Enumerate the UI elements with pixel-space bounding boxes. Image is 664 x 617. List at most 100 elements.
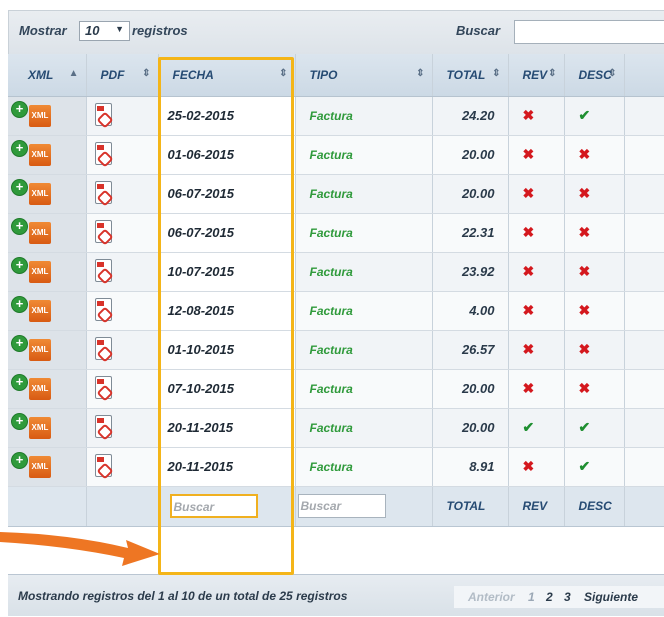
chevron-down-icon: ▼ — [115, 24, 124, 34]
sort-asc-icon: ▲ — [68, 68, 79, 79]
pdf-file-icon[interactable] — [94, 102, 112, 126]
cell-pdf — [86, 213, 159, 253]
plus-circle-icon[interactable]: + — [12, 140, 27, 156]
cell-xml: + XML — [8, 408, 87, 448]
records-per-page-value: 10 — [85, 23, 100, 38]
cross-icon: ✖ — [522, 380, 535, 396]
sort-icon: ⇕ — [548, 68, 557, 79]
cell-desc: ✖ — [564, 330, 625, 370]
search-input[interactable] — [514, 20, 664, 44]
cell-tipo: Factura — [295, 213, 433, 253]
column-header-desc[interactable]: DESC ⇕ — [564, 54, 625, 97]
pdf-file-icon[interactable] — [94, 453, 112, 477]
xml-file-icon[interactable]: XML — [29, 182, 51, 205]
cross-icon: ✖ — [578, 341, 591, 357]
cell-fecha: 20-11-2015 — [158, 408, 296, 448]
pdf-file-icon[interactable] — [94, 141, 112, 165]
check-icon: ✔ — [578, 107, 591, 123]
xml-file-icon[interactable]: XML — [29, 260, 51, 283]
pagination-page-3[interactable]: 3 — [564, 590, 571, 604]
pagination-page-1[interactable]: 1 — [528, 590, 535, 604]
table-header-row: XML ▲ PDF ⇕ FECHA ⇕ TIPO ⇕ TOTAL ⇕ REV ⇕ DESC ⇕ — [8, 54, 664, 97]
pdf-file-icon[interactable] — [94, 258, 112, 282]
footer-label-total: TOTAL — [432, 486, 509, 527]
pagination-page-2[interactable]: 2 — [546, 590, 553, 604]
pagination-previous[interactable]: Anterior — [468, 590, 515, 604]
table-body: + XML 25-02-2015 Factura 24.20 ✖ ✔ + XML 01-06-20… — [8, 96, 664, 487]
cell-desc: ✖ — [564, 291, 625, 331]
footer-label-desc: DESC — [564, 486, 625, 527]
plus-circle-icon[interactable]: + — [12, 452, 27, 468]
plus-circle-icon[interactable]: + — [12, 296, 27, 312]
cross-icon: ✖ — [522, 302, 535, 318]
cell-desc: ✖ — [564, 135, 625, 175]
xml-file-icon[interactable]: XML — [29, 416, 51, 439]
cross-icon: ✖ — [522, 224, 535, 240]
cell-xml: + XML — [8, 447, 87, 487]
column-header-xml[interactable]: XML ▲ — [8, 54, 87, 97]
table-status-bar: Mostrando registros del 1 al 10 de un to… — [8, 574, 664, 616]
fecha-filter-input[interactable]: Buscar — [169, 494, 258, 518]
plus-circle-icon[interactable]: + — [12, 257, 27, 273]
plus-circle-icon[interactable]: + — [12, 335, 27, 351]
column-header-pdf[interactable]: PDF ⇕ — [86, 54, 159, 97]
cell-rev: ✔ — [508, 408, 565, 448]
table-row: + XML 25-02-2015 Factura 24.20 ✖ ✔ — [8, 96, 664, 136]
cell-pdf — [86, 330, 159, 370]
xml-file-icon[interactable]: XML — [29, 455, 51, 478]
footer-label-rev: REV — [508, 486, 565, 527]
cell-pdf — [86, 135, 159, 175]
table-row: + XML 01-10-2015 Factura 26.57 ✖ ✖ — [8, 330, 664, 370]
cell-desc: ✔ — [564, 447, 625, 487]
sort-icon: ⇕ — [492, 68, 501, 79]
pdf-file-icon[interactable] — [94, 219, 112, 243]
pagination: Anterior 1 2 3 Siguiente — [454, 586, 664, 608]
search-label: Buscar — [456, 23, 501, 38]
cell-total: 24.20 — [432, 96, 509, 136]
cell-pdf — [86, 447, 159, 487]
column-header-rev[interactable]: REV ⇕ — [508, 54, 565, 97]
cell-rev: ✖ — [508, 369, 565, 409]
column-header-fecha[interactable]: FECHA ⇕ — [158, 54, 296, 97]
xml-file-icon[interactable]: XML — [29, 143, 51, 166]
table-toolbar: Mostrar 10 ▼ registros Buscar — [8, 10, 664, 54]
pagination-next[interactable]: Siguiente — [584, 590, 638, 604]
xml-file-icon[interactable]: XML — [29, 221, 51, 244]
cross-icon: ✖ — [522, 341, 535, 357]
length-label-after: registros — [132, 23, 188, 38]
table-row: + XML 20-11-2015 Factura 8.91 ✖ ✔ — [8, 447, 664, 487]
pdf-file-icon[interactable] — [94, 375, 112, 399]
cell-tipo: Factura — [295, 408, 433, 448]
cell-total: 23.92 — [432, 252, 509, 292]
plus-circle-icon[interactable]: + — [12, 218, 27, 234]
table-row: + XML 01-06-2015 Factura 20.00 ✖ ✖ — [8, 135, 664, 175]
plus-circle-icon[interactable]: + — [12, 101, 27, 117]
tipo-filter-input[interactable]: Buscar — [297, 494, 386, 518]
table-row: + XML 12-08-2015 Factura 4.00 ✖ ✖ — [8, 291, 664, 331]
sort-icon: ⇕ — [279, 68, 288, 79]
cell-pdf — [86, 291, 159, 331]
table-row: + XML 07-10-2015 Factura 20.00 ✖ ✖ — [8, 369, 664, 409]
column-header-tipo[interactable]: TIPO ⇕ — [295, 54, 433, 97]
pdf-file-icon[interactable] — [94, 297, 112, 321]
pdf-file-icon[interactable] — [94, 336, 112, 360]
plus-circle-icon[interactable]: + — [12, 374, 27, 390]
cell-rev: ✖ — [508, 330, 565, 370]
plus-circle-icon[interactable]: + — [12, 179, 27, 195]
cell-fecha: 25-02-2015 — [158, 96, 296, 136]
xml-file-icon[interactable]: XML — [29, 377, 51, 400]
cell-desc: ✔ — [564, 408, 625, 448]
cell-pdf — [86, 408, 159, 448]
column-header-total[interactable]: TOTAL ⇕ — [432, 54, 509, 97]
xml-file-icon[interactable]: XML — [29, 299, 51, 322]
pdf-file-icon[interactable] — [94, 414, 112, 438]
plus-circle-icon[interactable]: + — [12, 413, 27, 429]
cell-tipo: Factura — [295, 96, 433, 136]
xml-file-icon[interactable]: XML — [29, 104, 51, 127]
filter-cell-tipo: Buscar — [295, 486, 433, 527]
cell-rev: ✖ — [508, 447, 565, 487]
cell-tipo: Factura — [295, 135, 433, 175]
pdf-file-icon[interactable] — [94, 180, 112, 204]
xml-file-icon[interactable]: XML — [29, 338, 51, 361]
records-per-page-select[interactable]: 10 ▼ — [79, 21, 130, 41]
